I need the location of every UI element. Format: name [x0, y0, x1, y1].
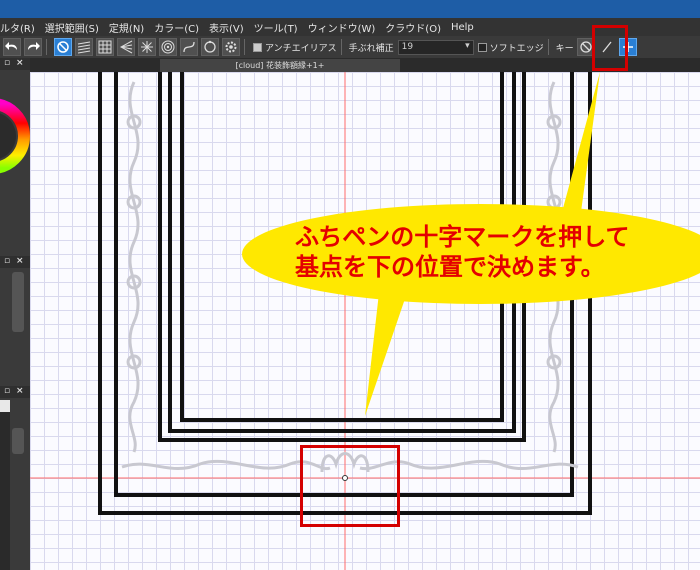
toolbar-divider: [547, 39, 549, 55]
concentric-circles-icon: [161, 40, 175, 54]
menu-item-help[interactable]: Help: [451, 22, 474, 33]
undo-button[interactable]: [3, 38, 21, 56]
curve-icon: [183, 41, 195, 53]
menu-item-filter[interactable]: ルタ(R): [0, 20, 35, 35]
close-icon[interactable]: ×: [16, 256, 24, 266]
menu-item-window[interactable]: ウィンドウ(W): [308, 20, 376, 35]
color-wheel[interactable]: [0, 72, 30, 192]
callout-text: ふちペンの十字マークを押して 基点を下の位置で決めます。: [295, 222, 675, 282]
curve-ruler-button[interactable]: [180, 38, 198, 56]
undo-icon: [5, 42, 17, 50]
no-ruler-button[interactable]: [54, 38, 72, 56]
parallel-lines-icon: [77, 41, 91, 54]
redo-icon: [28, 42, 40, 50]
title-bar: [0, 0, 700, 18]
layer-list: [0, 400, 10, 570]
left-side-panel: ▫ × ▫ × ▫ ×: [0, 58, 30, 570]
softedge-label: ソフトエッジ: [489, 43, 544, 54]
key-label: キー: [555, 43, 574, 54]
softedge-checkbox[interactable]: [477, 42, 487, 52]
panel-scrollbar[interactable]: [12, 272, 24, 332]
pin-icon[interactable]: ▫: [4, 386, 10, 396]
concentric-button[interactable]: [159, 38, 177, 56]
drawing-canvas[interactable]: ふちペンの十字マークを押して 基点を下の位置で決めます。: [30, 72, 700, 570]
toolbar-divider: [46, 39, 47, 55]
pin-icon[interactable]: ▫: [4, 58, 10, 68]
perspective-icon: [119, 40, 133, 54]
gear-button[interactable]: [222, 38, 240, 56]
callout-line-1: ふちペンの十字マークを押して: [295, 223, 630, 251]
stabilizer-value: 19: [401, 42, 414, 52]
layer-panel-header: ▫ ×: [0, 386, 30, 398]
antialias-checkbox[interactable]: [253, 42, 262, 52]
close-icon[interactable]: ×: [16, 386, 24, 396]
grid-ruler-button[interactable]: [96, 38, 114, 56]
grid-icon: [98, 40, 112, 54]
color-wheel-panel-header: ▫ ×: [0, 58, 30, 70]
callout-line-2: 基点を下の位置で決めます。: [295, 253, 605, 281]
pin-icon[interactable]: ▫: [4, 256, 10, 266]
menu-item-color[interactable]: カラー(C): [154, 20, 199, 35]
redo-button[interactable]: [24, 38, 42, 56]
prohibit-icon: [580, 41, 592, 53]
menu-item-ruler[interactable]: 定規(N): [109, 20, 144, 35]
radial-lines-button[interactable]: [138, 38, 156, 56]
gear-icon: [225, 41, 237, 53]
menu-item-cloud[interactable]: クラウド(O): [385, 20, 441, 35]
parallel-lines-button[interactable]: [75, 38, 93, 56]
perspective-button[interactable]: [117, 38, 135, 56]
base-point-highlight-box: [300, 445, 400, 527]
radial-lines-icon: [141, 41, 153, 53]
sub-panel-header: ▫ ×: [0, 256, 30, 268]
circle-ruler-button[interactable]: [201, 38, 219, 56]
antialias-label: アンチエイリアス: [265, 43, 337, 54]
menu-item-view[interactable]: 表示(V): [209, 20, 244, 35]
callout-pointer-down: [365, 284, 410, 416]
document-tab[interactable]: [cloud] 花装飾額縁+1+: [160, 59, 400, 72]
toolbar-divider: [244, 39, 245, 55]
layer-thumbnail[interactable]: [0, 400, 10, 412]
toolbar-divider: [340, 39, 342, 55]
prohibit-icon: [57, 41, 69, 53]
crosshair-button-highlight-box: [592, 25, 628, 71]
close-icon[interactable]: ×: [16, 58, 24, 68]
stabilizer-label: 手ぶれ補正: [348, 43, 394, 54]
menu-item-tool[interactable]: ツール(T): [254, 20, 298, 35]
menu-item-selection[interactable]: 選択範囲(S): [45, 20, 99, 35]
stabilizer-select[interactable]: 19: [397, 39, 474, 55]
layer-scrollbar[interactable]: [12, 428, 24, 454]
circle-icon: [204, 40, 216, 53]
